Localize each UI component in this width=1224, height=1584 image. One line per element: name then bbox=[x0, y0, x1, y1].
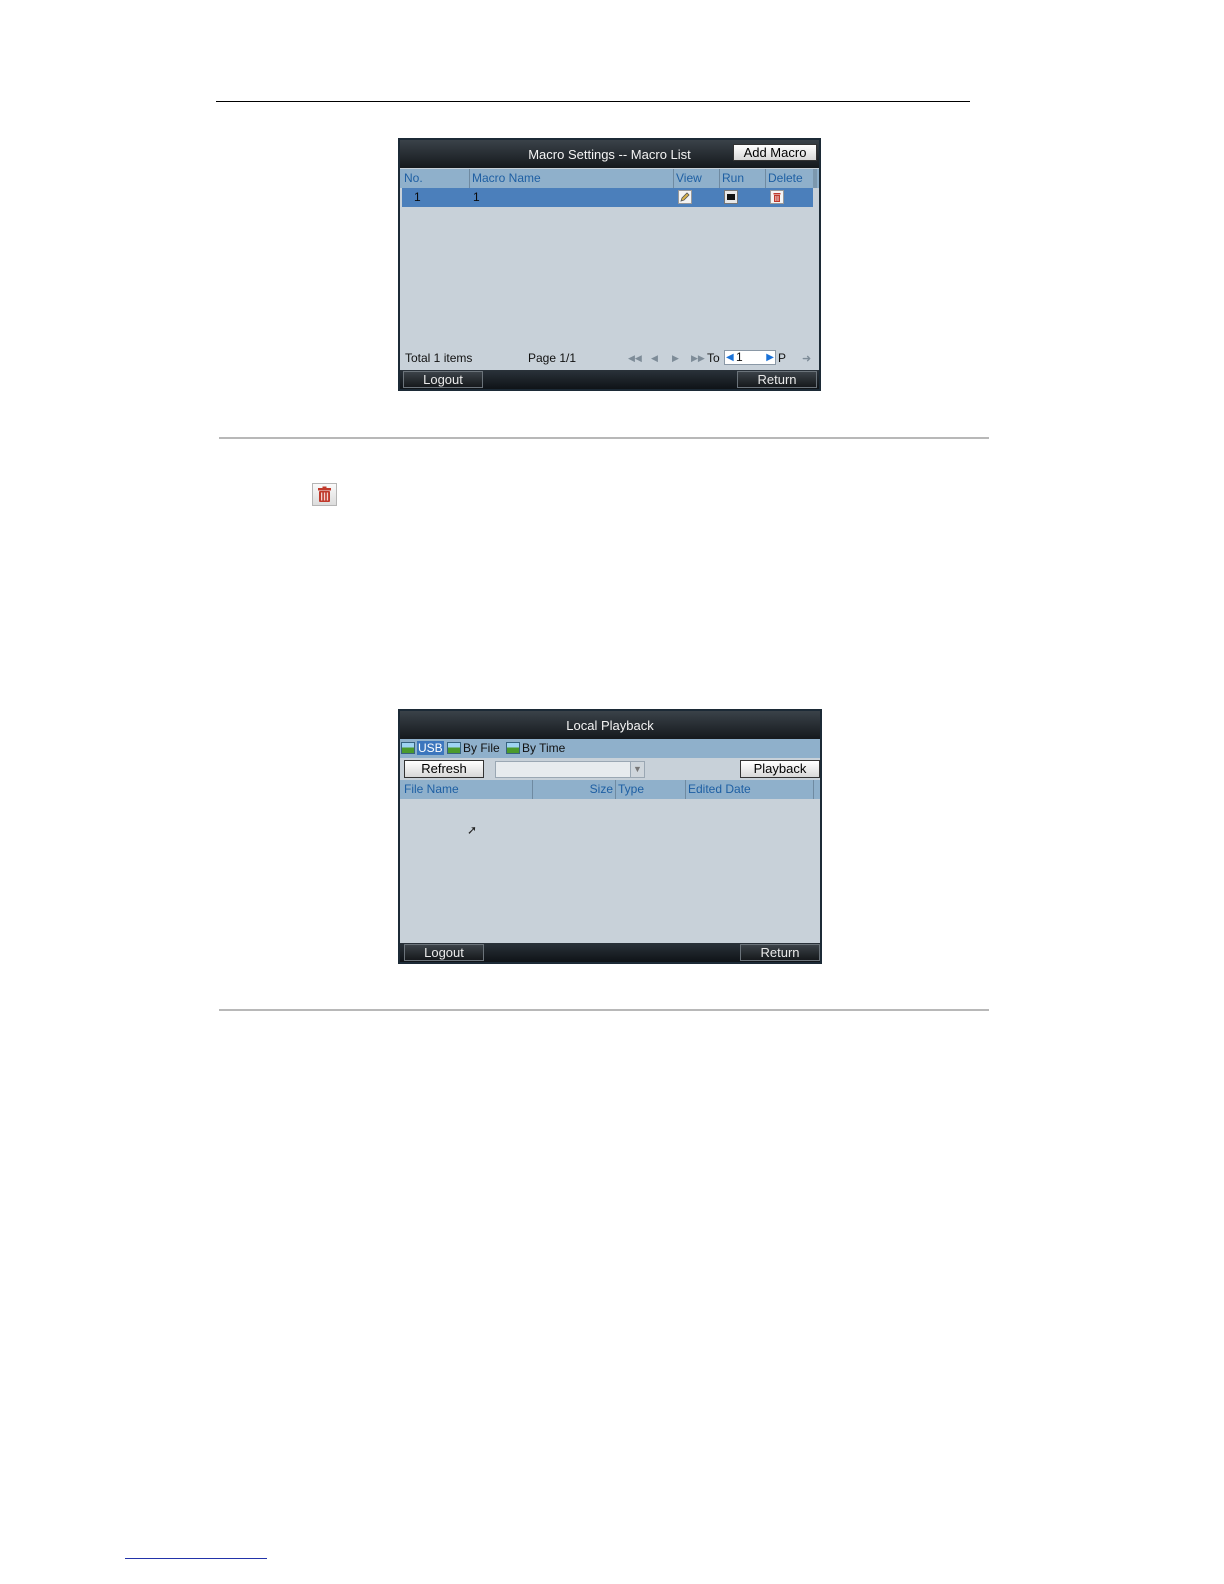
device-select[interactable]: ▼ bbox=[495, 761, 645, 778]
tab-usb[interactable]: USB bbox=[401, 741, 444, 756]
list-scrollbar[interactable] bbox=[813, 169, 817, 188]
col-view[interactable]: View bbox=[674, 169, 720, 188]
col-type[interactable]: Type bbox=[616, 780, 686, 799]
tab-by-time-label: By Time bbox=[522, 741, 566, 755]
logout-button[interactable]: Logout bbox=[404, 944, 484, 961]
image-icon bbox=[506, 742, 520, 754]
file-list-header: File Name Size Type Edited Date bbox=[400, 780, 820, 799]
header-rule bbox=[216, 101, 970, 102]
trash-icon bbox=[312, 483, 337, 506]
logout-button[interactable]: Logout bbox=[403, 371, 483, 388]
col-edited-date[interactable]: Edited Date bbox=[686, 780, 814, 799]
macro-settings-window: Macro Settings -- Macro List Add Macro N… bbox=[398, 138, 821, 391]
prev-page-icon[interactable]: ◀ bbox=[651, 353, 658, 364]
next-page-icon[interactable]: ▶ bbox=[672, 353, 679, 364]
macro-window-title-text: Macro Settings -- Macro List bbox=[528, 147, 691, 162]
go-arrow-icon[interactable]: ➜ bbox=[802, 352, 811, 365]
page-indicator: Page 1/1 bbox=[528, 351, 577, 365]
total-items: Total 1 items bbox=[405, 351, 473, 365]
image-icon bbox=[401, 742, 415, 754]
delete-icon[interactable] bbox=[770, 190, 784, 204]
col-no[interactable]: No. bbox=[402, 169, 470, 188]
row-no: 1 bbox=[414, 190, 421, 204]
page-increment-icon[interactable]: ▶ bbox=[766, 351, 774, 364]
to-label: To bbox=[707, 351, 720, 365]
tab-usb-label: USB bbox=[417, 741, 444, 755]
page-number-value: 1 bbox=[736, 350, 743, 364]
tab-by-file-label: By File bbox=[463, 741, 500, 755]
playback-window-title-text: Local Playback bbox=[566, 718, 654, 733]
col-macro-name[interactable]: Macro Name bbox=[470, 169, 674, 188]
playback-window-title: Local Playback bbox=[400, 711, 820, 739]
row-macro-name: 1 bbox=[473, 190, 480, 204]
image-icon bbox=[447, 742, 461, 754]
return-button[interactable]: Return bbox=[737, 371, 817, 388]
page-number-input[interactable]: ◀ 1 ▶ bbox=[724, 350, 776, 365]
playback-button[interactable]: Playback bbox=[740, 760, 820, 778]
p-label: P bbox=[778, 351, 787, 365]
refresh-button[interactable]: Refresh bbox=[404, 760, 484, 778]
tab-by-time[interactable]: By Time bbox=[506, 741, 565, 756]
first-page-icon[interactable]: ◀◀ bbox=[628, 353, 642, 364]
footer-link-underline bbox=[125, 1558, 267, 1559]
last-page-icon[interactable]: ▶▶ bbox=[691, 353, 705, 364]
section-divider bbox=[219, 437, 989, 439]
col-size[interactable]: Size bbox=[533, 780, 616, 799]
macro-list-header: No. Macro Name View Run Delete bbox=[400, 169, 819, 188]
col-file-name[interactable]: File Name bbox=[402, 780, 533, 799]
col-run[interactable]: Run bbox=[720, 169, 766, 188]
return-button[interactable]: Return bbox=[740, 944, 820, 961]
pagination-bar: Total 1 items Page 1/1 ◀◀ ◀ ▶ ▶▶ To ◀ 1 … bbox=[402, 349, 817, 368]
tab-by-file[interactable]: By File bbox=[447, 741, 500, 756]
run-icon[interactable] bbox=[724, 190, 738, 204]
mouse-cursor-icon: ➚ bbox=[467, 823, 478, 837]
local-playback-window: Local Playback USB By File By Time Refre… bbox=[398, 709, 822, 964]
add-macro-button[interactable]: Add Macro bbox=[733, 144, 817, 161]
chevron-down-icon[interactable]: ▼ bbox=[630, 762, 644, 777]
edit-icon[interactable] bbox=[678, 190, 692, 204]
page-decrement-icon[interactable]: ◀ bbox=[726, 351, 734, 364]
table-row[interactable]: 1 1 bbox=[402, 188, 813, 207]
source-tabs: USB By File By Time bbox=[400, 739, 820, 758]
section-divider bbox=[219, 1009, 989, 1011]
col-delete[interactable]: Delete bbox=[766, 169, 814, 188]
